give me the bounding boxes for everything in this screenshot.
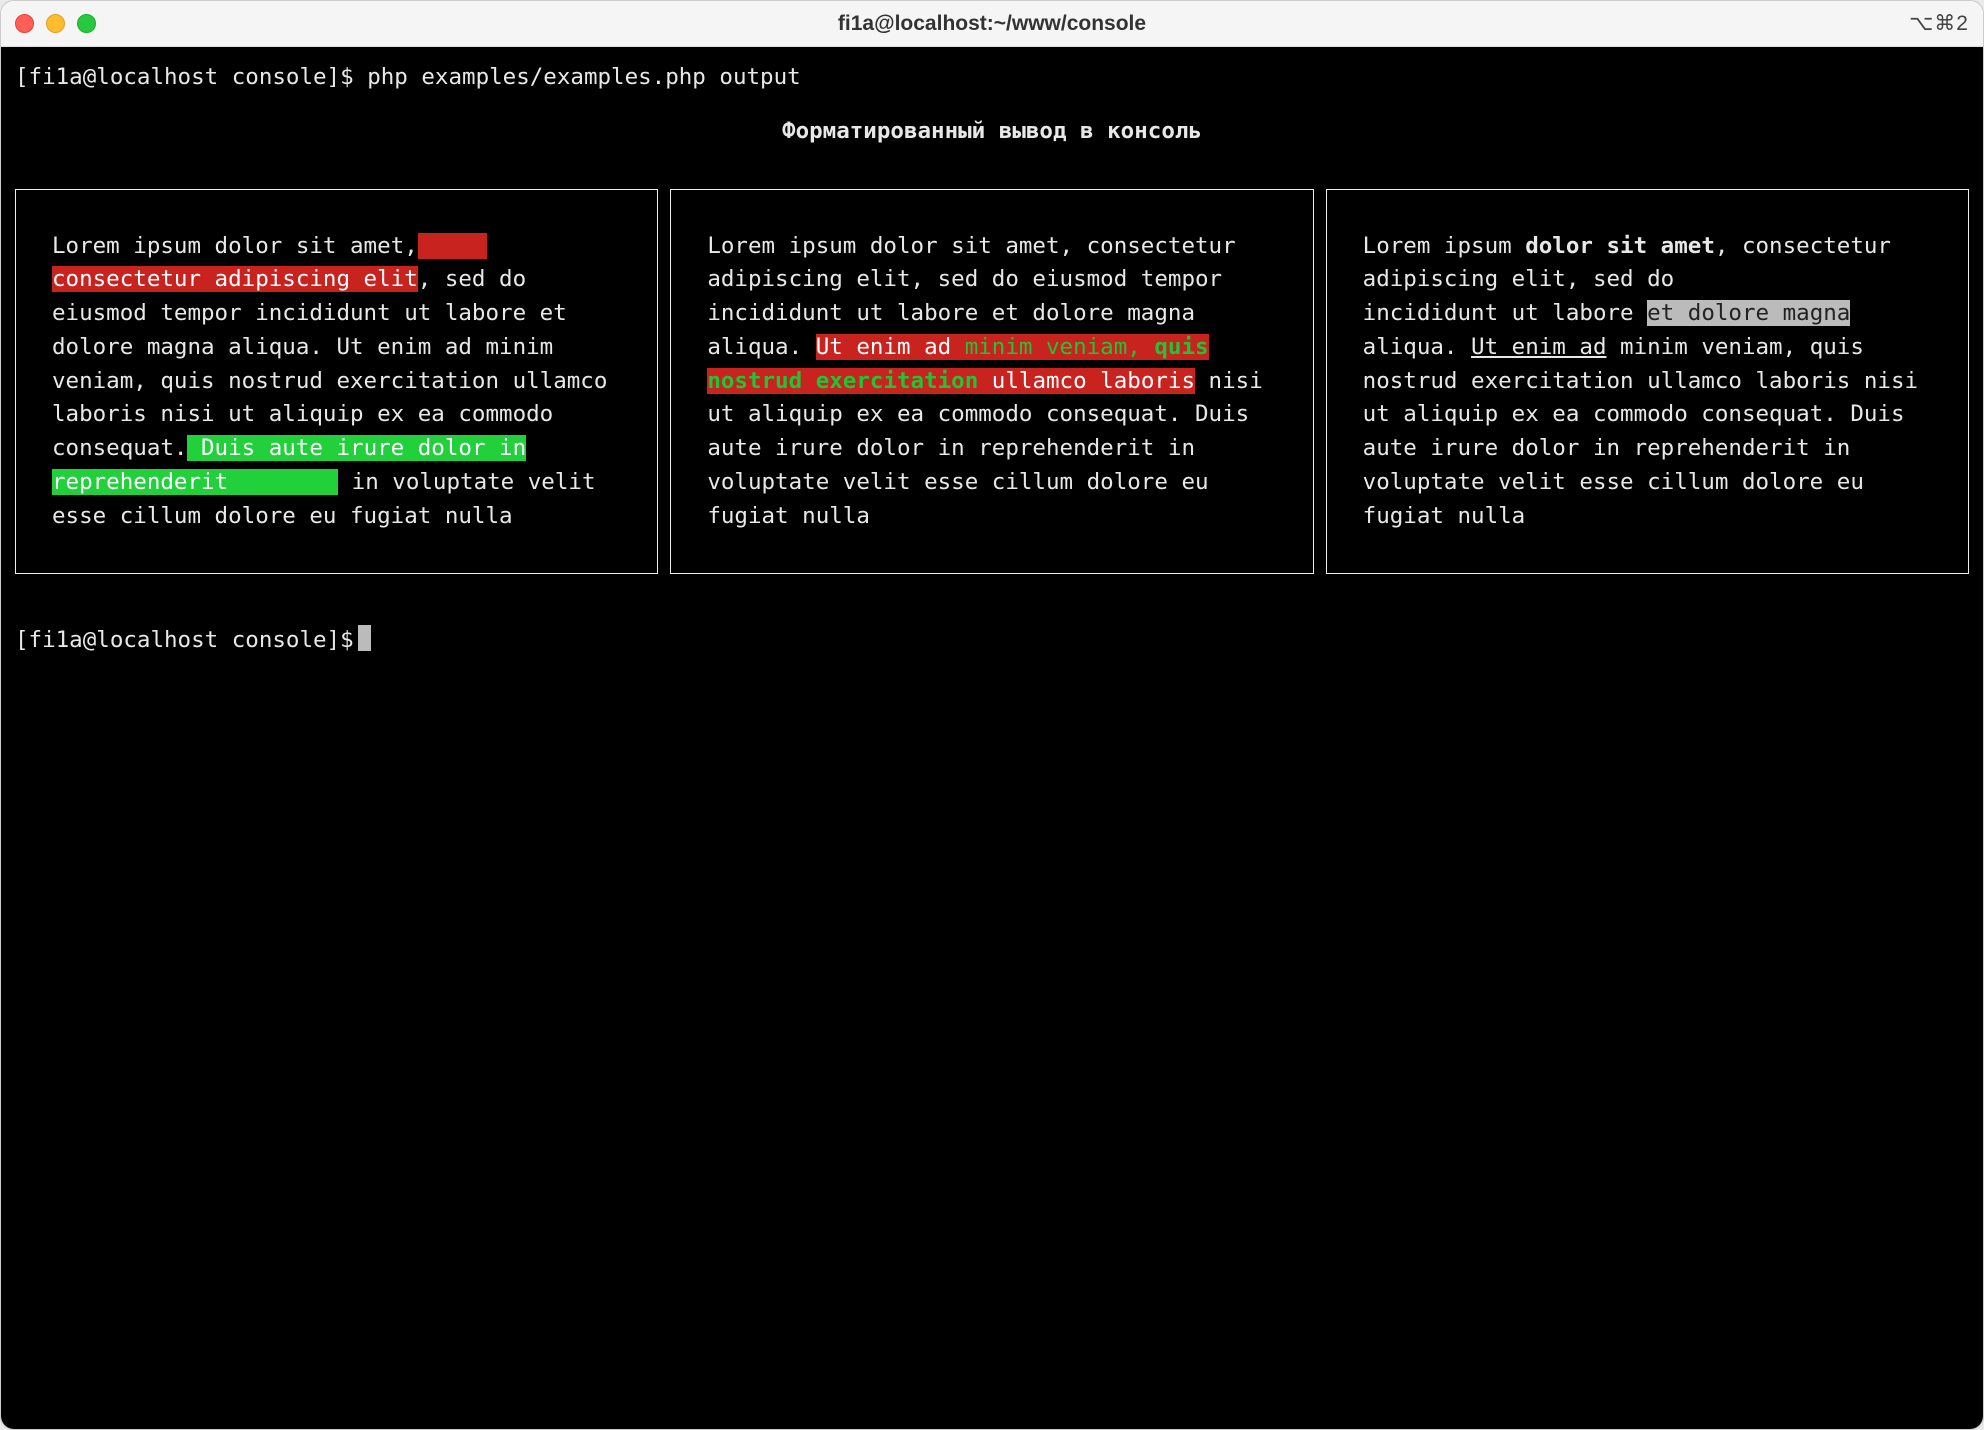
plain-text: aliqua. xyxy=(1363,334,1471,360)
underline-text: Ut enim ad xyxy=(1471,334,1606,360)
minimize-icon[interactable] xyxy=(46,14,65,33)
highlight-red-text: ullamco laboris xyxy=(978,368,1195,394)
panel-3-text: Lorem ipsum dolor sit amet, consectetur … xyxy=(1363,230,1932,534)
highlight-green xyxy=(228,469,338,495)
panel-1-text: Lorem ipsum dolor sit amet, consectetur … xyxy=(52,230,621,534)
traffic-lights xyxy=(15,14,96,33)
highlight-red-text: consectetur adipiscing elit xyxy=(52,266,418,292)
plain-text: Lorem ipsum xyxy=(1363,233,1526,259)
close-icon[interactable] xyxy=(15,14,34,33)
maximize-icon[interactable] xyxy=(77,14,96,33)
panels-row: Lorem ipsum dolor sit amet, consectetur … xyxy=(15,189,1969,575)
highlight-red-text: Ut enim ad xyxy=(816,334,965,360)
bold-text: dolor sit amet xyxy=(1525,233,1715,259)
prompt-prefix: [fi1a@localhost console]$ xyxy=(15,64,367,90)
prompt-prefix: [fi1a@localhost console]$ xyxy=(15,627,354,653)
plain-text: , sed do eiusmod tempor incididunt ut la… xyxy=(52,266,607,461)
panel-2: Lorem ipsum dolor sit amet, consectetur … xyxy=(670,189,1313,575)
prompt-line-2: [fi1a@localhost console]$ xyxy=(15,624,1969,658)
terminal-window: fi1a@localhost:~/www/console ⌥⌘2 [fi1a@l… xyxy=(0,0,1984,1430)
cursor-icon xyxy=(358,625,371,651)
output-heading: Форматированный вывод в консоль xyxy=(15,115,1969,149)
prompt-line-1: [fi1a@localhost console]$ php examples/e… xyxy=(15,61,1969,95)
panel-1: Lorem ipsum dolor sit amet, consectetur … xyxy=(15,189,658,575)
window-shortcut: ⌥⌘2 xyxy=(1909,11,1969,36)
terminal-body[interactable]: [fi1a@localhost console]$ php examples/e… xyxy=(1,47,1983,1429)
window-title: fi1a@localhost:~/www/console xyxy=(1,12,1983,36)
titlebar: fi1a@localhost:~/www/console ⌥⌘2 xyxy=(1,1,1983,47)
plain-text: incididunt ut labore xyxy=(1363,300,1647,326)
plain-text: Lorem ipsum dolor sit amet, xyxy=(52,233,418,259)
highlight-red xyxy=(418,233,488,259)
plain-text: minim veniam, quis nostrud exercitation … xyxy=(1363,334,1918,529)
panel-2-text: Lorem ipsum dolor sit amet, consectetur … xyxy=(707,230,1276,534)
panel-3: Lorem ipsum dolor sit amet, consectetur … xyxy=(1326,189,1969,575)
highlight-red-green-text: minim veniam, xyxy=(965,334,1155,360)
highlight-grey-text: et dolore magna xyxy=(1647,300,1850,326)
prompt-command: php examples/examples.php output xyxy=(367,64,800,90)
